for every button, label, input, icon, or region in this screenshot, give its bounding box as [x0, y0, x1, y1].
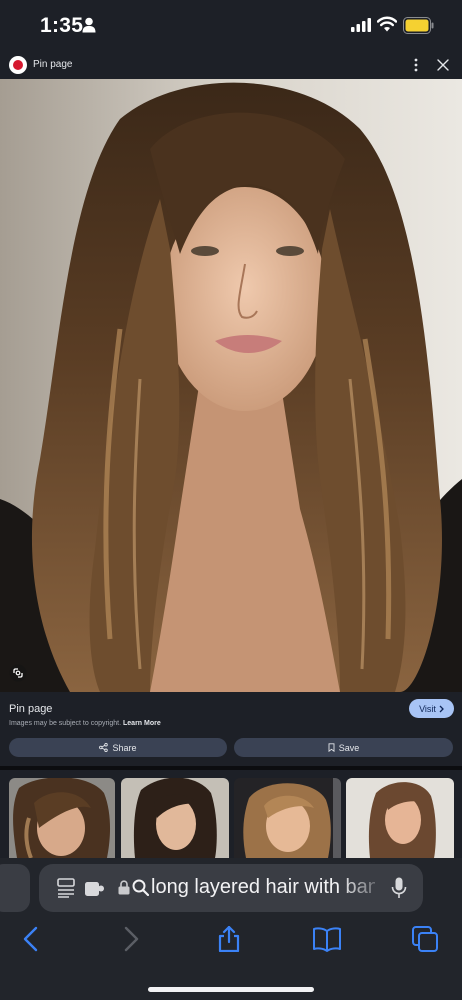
more-vertical-icon[interactable]: [410, 57, 422, 73]
lock-icon: [118, 880, 130, 895]
portrait-photo: [0, 79, 462, 692]
related-thumbnail[interactable]: [346, 778, 454, 858]
status-time: 1:35: [40, 14, 84, 37]
address-fade: [339, 864, 389, 912]
visit-label: Visit: [419, 703, 436, 714]
bookmarks-icon[interactable]: [312, 926, 342, 952]
main-pin-image[interactable]: [0, 79, 462, 692]
copyright-text: Images may be subject to copyright.: [9, 720, 122, 727]
pin-header: Pin page: [0, 52, 462, 79]
status-bar: 1:35: [0, 0, 462, 52]
back-icon[interactable]: [22, 926, 40, 952]
home-indicator: [148, 987, 314, 992]
save-button[interactable]: Save: [234, 738, 453, 757]
share-icon[interactable]: [216, 926, 242, 952]
wifi-icon: [377, 16, 397, 32]
extension-icon[interactable]: [85, 880, 105, 896]
related-thumbnail[interactable]: [234, 778, 341, 858]
related-thumbnail[interactable]: [121, 778, 229, 858]
signal-icon: [351, 18, 371, 32]
search-icon: [132, 879, 149, 896]
share-label: Share: [112, 742, 137, 753]
pin-info-title: Pin page: [9, 703, 53, 715]
close-icon[interactable]: [436, 58, 450, 72]
tabs-icon[interactable]: [412, 926, 438, 952]
visit-button[interactable]: Visit: [409, 699, 454, 718]
reader-view-icon[interactable]: [57, 878, 75, 898]
person-icon: [82, 17, 96, 33]
pin-header-title: Pin page: [33, 59, 73, 70]
share-button[interactable]: Share: [9, 738, 227, 757]
google-lens-icon[interactable]: [9, 664, 27, 682]
battery-icon: [403, 17, 434, 34]
learn-more-link[interactable]: Learn More: [123, 720, 161, 727]
save-label: Save: [338, 742, 360, 753]
forward-icon[interactable]: [122, 926, 140, 952]
chevron-right-icon: [439, 705, 444, 712]
previous-tab-preview[interactable]: [0, 864, 30, 912]
related-images-strip: [0, 770, 462, 858]
share-nodes-icon: [99, 743, 109, 752]
address-bar[interactable]: long layered hair with bangs: [39, 864, 423, 912]
pin-info-panel: Pin page Images may be subject to copyri…: [0, 692, 462, 766]
browser-toolbar: long layered hair with bangs: [0, 858, 462, 1000]
related-thumbnail[interactable]: [9, 778, 115, 858]
copyright-notice: Images may be subject to copyright. Lear…: [9, 720, 161, 727]
pinterest-logo-icon: [9, 56, 27, 74]
microphone-icon[interactable]: [391, 877, 407, 899]
bookmark-icon: [328, 743, 335, 752]
